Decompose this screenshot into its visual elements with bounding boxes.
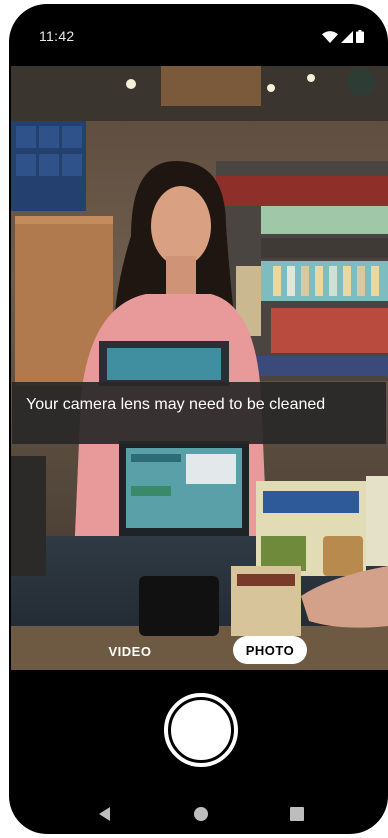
shutter-button[interactable] [164, 693, 238, 767]
lens-warning-toast: Your camera lens may need to be cleaned [12, 382, 386, 444]
camera-mode-selector: VIDEO PHOTO [11, 628, 388, 670]
recents-button[interactable] [277, 794, 317, 834]
camera-viewfinder[interactable] [11, 66, 388, 670]
home-icon [194, 807, 208, 821]
status-time: 11:42 [39, 28, 75, 44]
back-button[interactable] [85, 794, 125, 834]
recents-icon [290, 807, 304, 821]
back-icon [99, 807, 110, 821]
system-navigation-bar [9, 794, 388, 834]
camera-preview-image [11, 66, 388, 670]
video-mode-button[interactable]: VIDEO [97, 640, 163, 662]
wifi-icon [322, 30, 338, 43]
home-button[interactable] [181, 794, 221, 834]
status-bar: 11:42 [9, 4, 388, 66]
phone-screen: 11:42 Your camera lens may need to be cl… [9, 4, 388, 834]
status-icons [322, 30, 364, 43]
battery-icon [356, 30, 364, 43]
cellular-signal-icon [341, 30, 353, 43]
photo-mode-button[interactable]: PHOTO [233, 636, 307, 664]
